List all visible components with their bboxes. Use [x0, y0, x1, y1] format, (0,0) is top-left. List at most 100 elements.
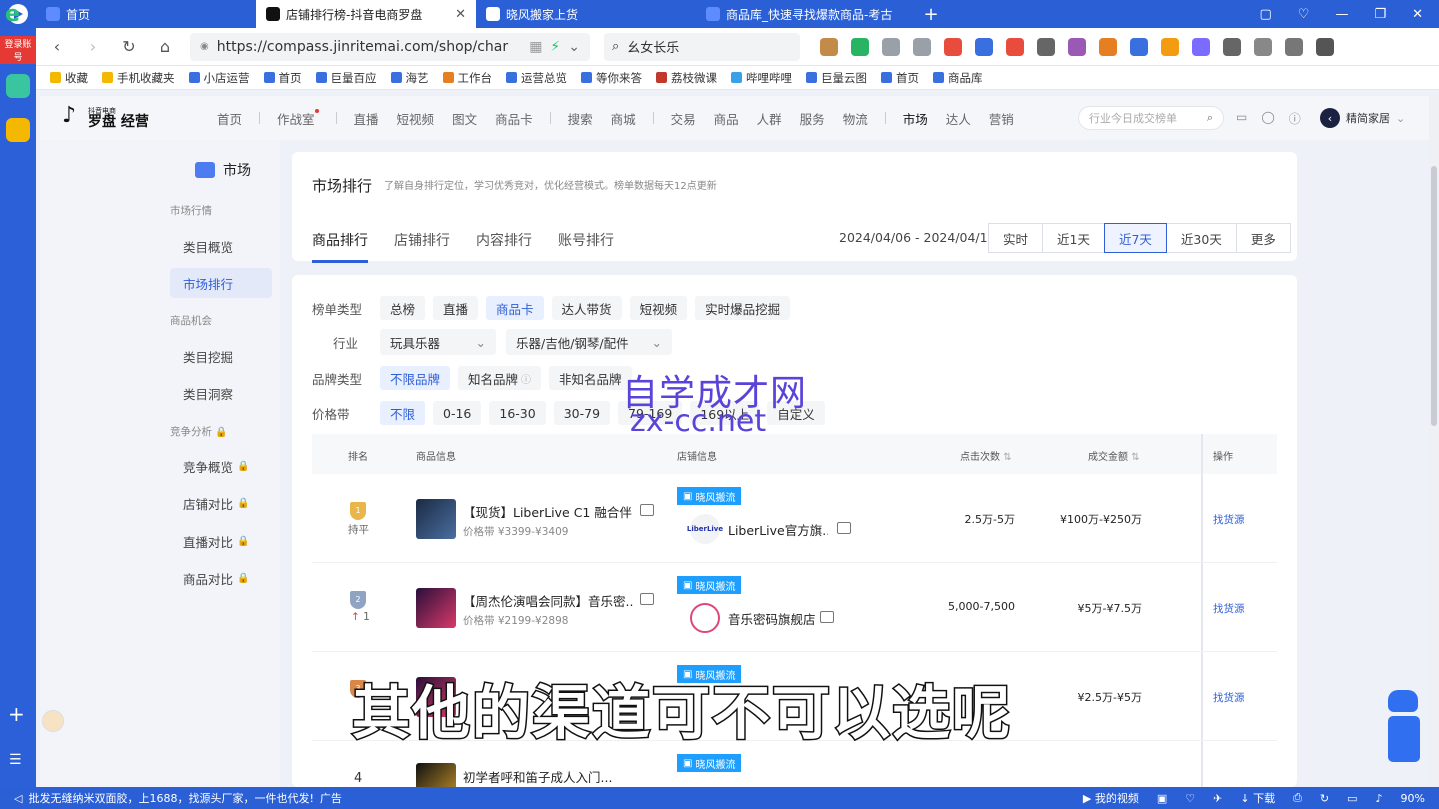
book-extension-icon[interactable]	[851, 37, 869, 56]
url-dropdown-icon[interactable]: ⌄	[568, 39, 580, 55]
translate-icon[interactable]	[1068, 37, 1086, 56]
find-source-link[interactable]: 找货源	[1213, 601, 1245, 616]
qr-icon[interactable]: ▦	[529, 39, 542, 55]
my-videos-button[interactable]: ▶ 我的视频	[1083, 790, 1139, 806]
maximize-icon[interactable]: ❐	[1374, 7, 1386, 22]
tab-content-ranking[interactable]: 内容排行	[476, 230, 532, 263]
side-menu-icon[interactable]: ☰	[9, 752, 22, 768]
window-icon[interactable]: ▭	[1347, 792, 1357, 805]
range-30day-button[interactable]: 近30天	[1165, 223, 1237, 253]
bookmark-item[interactable]: 商品库	[933, 70, 983, 86]
monitor-icon[interactable]: ▭	[1236, 110, 1247, 127]
refresh-icon[interactable]: ↻	[1320, 792, 1329, 805]
nav-logistics[interactable]: 物流	[834, 109, 877, 128]
reload-icon[interactable]: ↻	[118, 37, 140, 56]
tab-account-ranking[interactable]: 账号排行	[558, 230, 614, 263]
info-icon[interactable]: ⓘ	[521, 371, 531, 386]
nav-short-video[interactable]: 短视频	[388, 109, 444, 128]
copy-icon[interactable]	[820, 611, 834, 623]
new-tab-icon[interactable]: +	[916, 4, 946, 25]
nav-service[interactable]: 服务	[791, 109, 834, 128]
table-row[interactable]: 1 持平 【现货】LiberLive C1 融合伴... 价格带 ¥3399-¥…	[312, 474, 1277, 563]
browser-tab-product-library[interactable]: 商品库_快速寻找爆款商品-考古	[696, 0, 916, 28]
find-source-link[interactable]: 找货源	[1213, 690, 1245, 705]
range-realtime-button[interactable]: 实时	[988, 223, 1044, 253]
shop-tag-badge[interactable]: ▣ 晓风搬流	[677, 754, 742, 772]
assistant-float-button[interactable]	[1388, 690, 1420, 762]
range-1day-button[interactable]: 近1天	[1042, 223, 1105, 253]
nav-home[interactable]: 首页	[208, 109, 251, 128]
undo-icon[interactable]	[1285, 37, 1303, 56]
doge-extension-icon[interactable]	[820, 37, 838, 56]
url-field[interactable]: ◉ https://compass.jinritemai.com/shop/ch…	[190, 32, 590, 61]
chip-non-famous-brand[interactable]: 非知名品牌	[549, 366, 632, 390]
product-name[interactable]: 【现货】LiberLive C1 融合伴...	[463, 502, 633, 521]
scroll-thumb[interactable]	[1431, 166, 1437, 426]
screenshot-icon[interactable]: ▣	[1157, 792, 1167, 805]
industry-level1-select[interactable]: 玩具乐器 ⌄	[380, 329, 496, 355]
chip-price-any[interactable]: 不限	[380, 401, 426, 425]
nav-marketing[interactable]: 营销	[980, 109, 1023, 128]
range-more-button[interactable]: 更多	[1235, 223, 1291, 253]
copy-icon[interactable]	[640, 504, 654, 516]
status-ad-text[interactable]: 批发无缝纳米双面胶，上1688，找源头厂家，一件也代发!	[28, 790, 313, 806]
shop-tag-badge[interactable]: ▣ 晓风搬流	[677, 576, 742, 594]
help-chat-buttons[interactable]	[1388, 716, 1420, 762]
nav-product-card[interactable]: 商品卡	[486, 109, 542, 128]
copy-icon[interactable]	[640, 593, 654, 605]
bookmark-item[interactable]: 荔枝微课	[656, 70, 717, 86]
grid-icon[interactable]	[1223, 37, 1241, 56]
color-extension-icon[interactable]	[1192, 37, 1210, 56]
sidebar-item-category-overview[interactable]: 类目概览	[170, 231, 272, 261]
product-image[interactable]	[416, 763, 456, 787]
speed-icon[interactable]: ✈	[1213, 792, 1222, 805]
sidebar-item-shop-compare[interactable]: 店铺对比 🔒	[170, 488, 272, 518]
help-icon[interactable]: ⓘ	[1289, 110, 1301, 127]
tab-shop-ranking[interactable]: 店铺排行	[394, 230, 450, 263]
scissors-icon[interactable]	[1037, 37, 1055, 56]
chip-live[interactable]: 直播	[433, 296, 479, 320]
nav-mall[interactable]: 商城	[602, 109, 645, 128]
product-image[interactable]	[416, 499, 456, 539]
back-icon[interactable]: ‹	[46, 37, 68, 56]
header-sales[interactable]: 成交金额 ⇅	[1088, 448, 1140, 463]
bookmark-item[interactable]: 运营总览	[506, 70, 567, 86]
bookmark-item[interactable]: 手机收藏夹	[102, 70, 175, 86]
product-name[interactable]: 【周杰伦演唱会同款】音乐密...	[463, 591, 633, 610]
sidebar-item-category-mining[interactable]: 类目挖掘	[170, 341, 272, 371]
close-window-icon[interactable]: ✕	[1412, 7, 1423, 22]
minimize-icon[interactable]: —	[1335, 7, 1348, 22]
nav-live[interactable]: 直播	[345, 109, 388, 128]
chip-price-16-30[interactable]: 16-30	[489, 401, 546, 425]
user-menu[interactable]: ‹ 精简家居 ⌄	[1320, 108, 1405, 128]
bookmark-item[interactable]: 哔哩哔哩	[731, 70, 792, 86]
chip-famous-brand[interactable]: 知名品牌 ⓘ	[458, 366, 542, 390]
compass-brand[interactable]: 抖音电商 罗盘 经营	[62, 103, 208, 129]
bookmark-item[interactable]: 收藏	[50, 70, 88, 86]
shop-name[interactable]: 音乐密码旗舰店	[728, 609, 828, 628]
fan-extension-icon[interactable]	[944, 37, 962, 56]
nav-influencer[interactable]: 达人	[937, 109, 980, 128]
bookmark-item[interactable]: 巨量云图	[806, 70, 867, 86]
nav-war-room[interactable]: 作战室	[268, 108, 328, 128]
browser-tab-xiaofeng[interactable]: 晓风搬家上货	[476, 0, 696, 28]
side-login[interactable]: e 登录账号	[0, 0, 36, 64]
header-search-input[interactable]: 行业今日成交榜单 ⌕	[1078, 106, 1224, 130]
side-app-icon[interactable]	[6, 74, 30, 98]
page-scrollbar[interactable]	[1429, 96, 1439, 787]
chip-influencer-sales[interactable]: 达人带货	[551, 296, 622, 320]
bookmark-item[interactable]: 等你来答	[581, 70, 642, 86]
sidebar-item-product-compare[interactable]: 商品对比 🔒	[170, 563, 272, 593]
printer-icon[interactable]: ⎙	[1293, 791, 1302, 805]
browser-tab-home[interactable]: 首页	[36, 0, 256, 28]
tab-product-ranking[interactable]: 商品排行	[312, 230, 368, 263]
chip-any-brand[interactable]: 不限品牌	[380, 366, 451, 390]
forward-icon[interactable]: ›	[82, 37, 104, 56]
side-add-icon[interactable]: +	[8, 702, 25, 726]
product-image[interactable]	[416, 588, 456, 628]
bookmark-item[interactable]: 工作台	[442, 70, 492, 86]
sidebar-item-competition-overview[interactable]: 竞争概览 🔒	[170, 451, 272, 481]
tab-count-icon[interactable]: ▢	[1259, 7, 1271, 22]
chip-product-card[interactable]: 商品卡	[486, 296, 544, 320]
nav-search[interactable]: 搜索	[559, 109, 602, 128]
